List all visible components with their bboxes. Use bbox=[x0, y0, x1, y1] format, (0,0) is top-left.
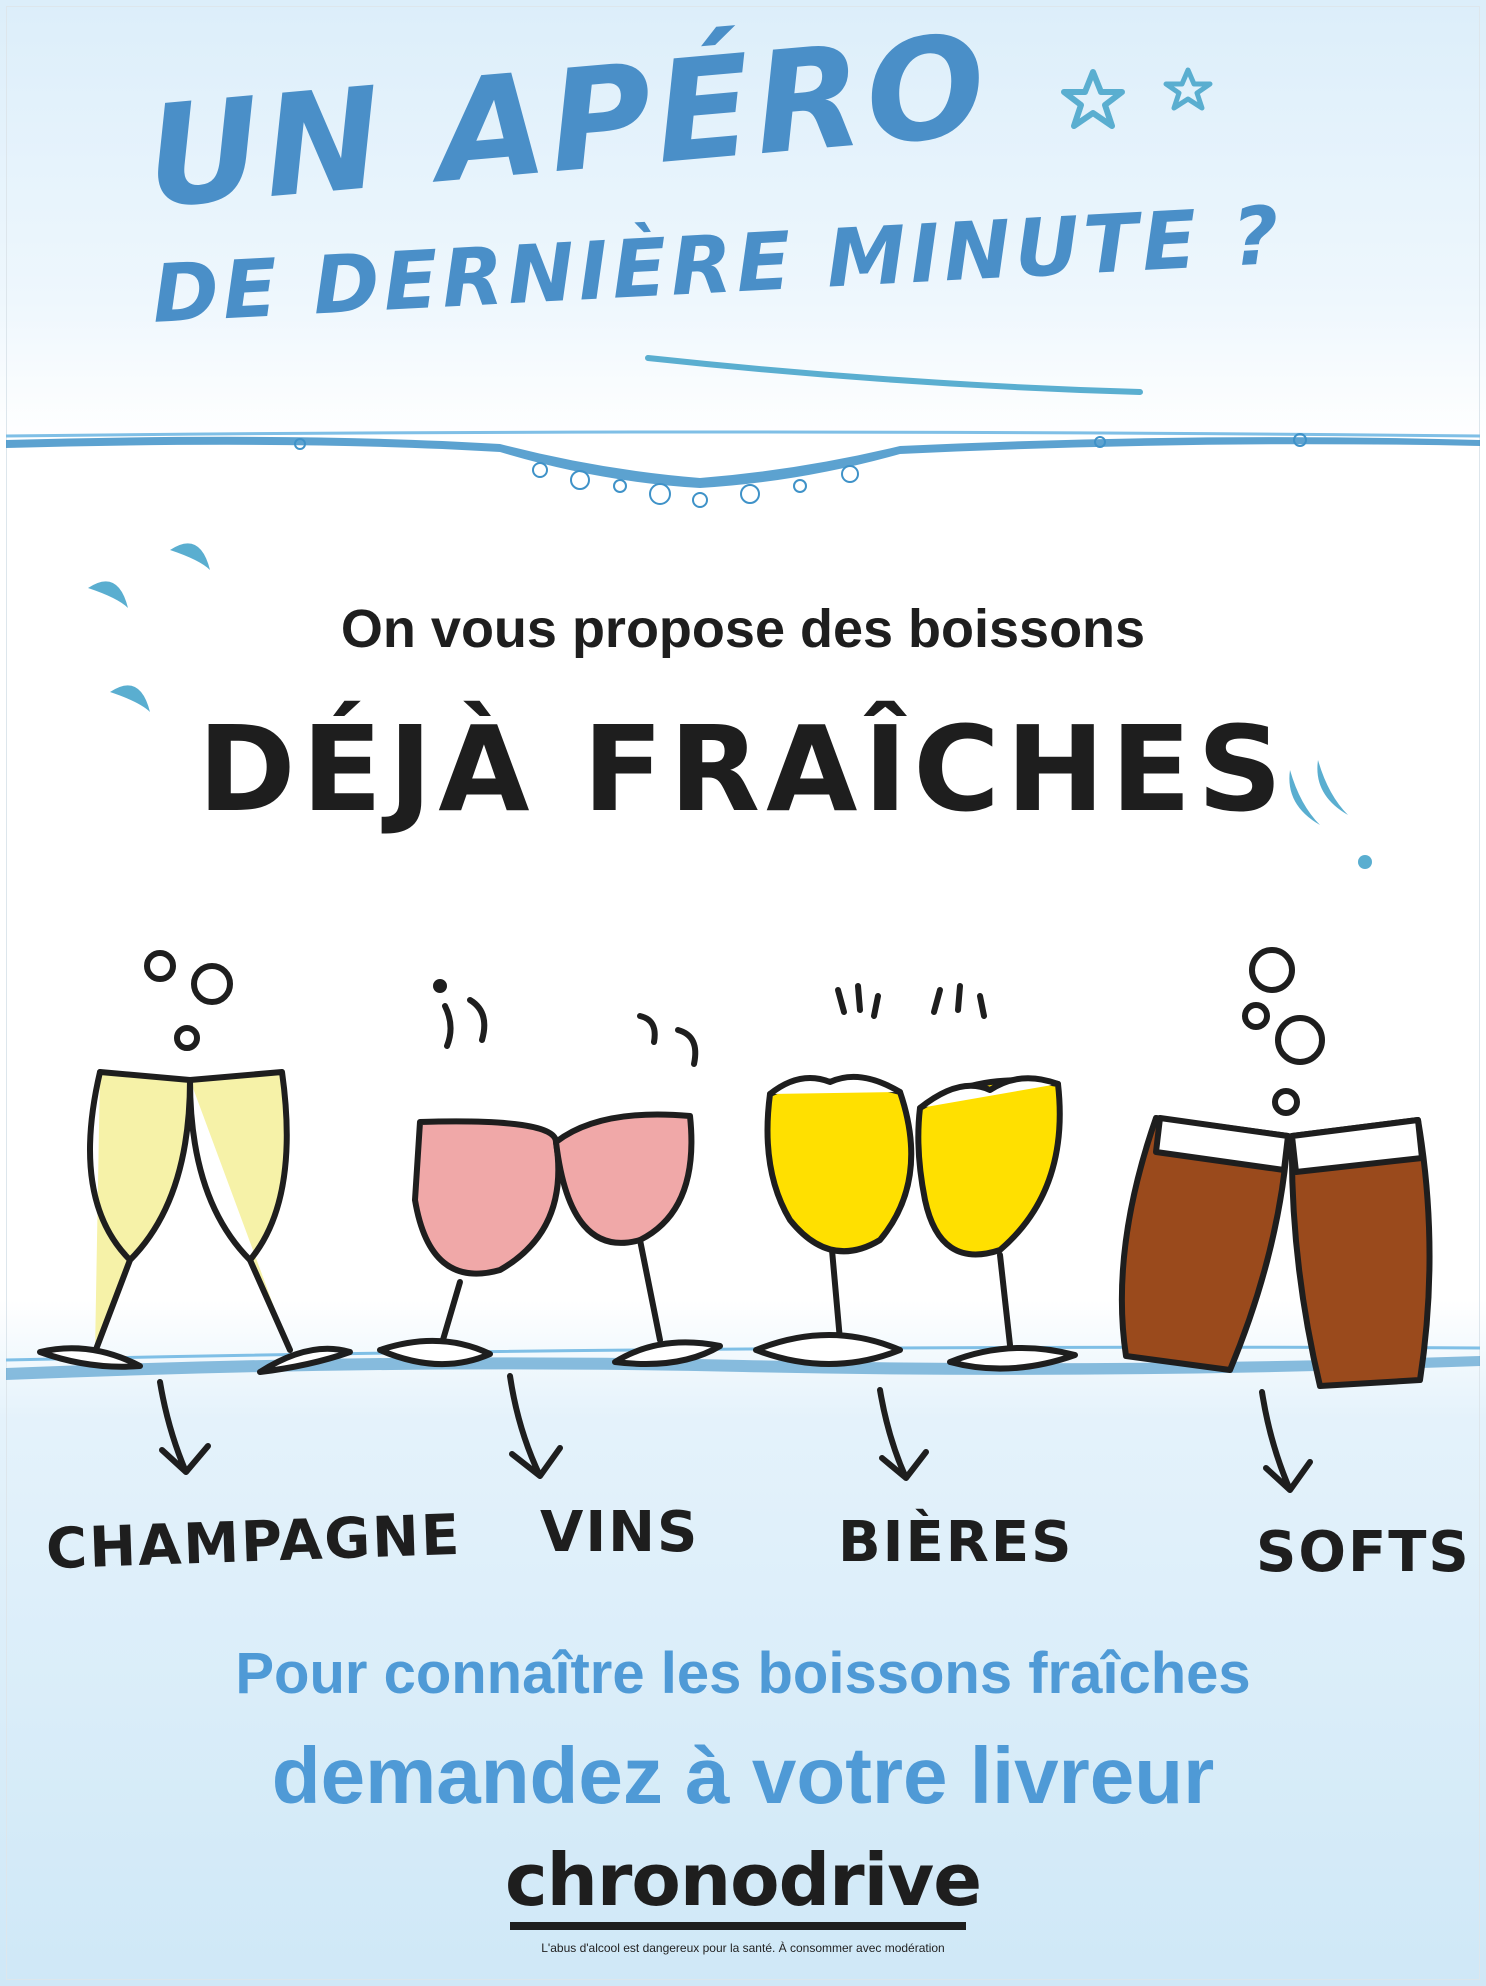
bubble-icon bbox=[191, 963, 233, 1005]
bubble-icon bbox=[144, 950, 176, 982]
health-disclaimer: L'abus d'alcool est dangereux pour la sa… bbox=[541, 1941, 945, 1955]
champagne-glass-right bbox=[187, 1069, 293, 1353]
drink-label-softs: SOFTS bbox=[1256, 1520, 1471, 1585]
beer-glass-right bbox=[915, 1077, 1063, 1258]
bubble-icon bbox=[1275, 1015, 1325, 1065]
bubble-icon bbox=[1242, 1002, 1270, 1030]
poster: UN APÉRO DE DERNIÈRE MINUTE ? On vous pr… bbox=[0, 0, 1486, 1986]
cta-line2: demandez à votre livreur bbox=[271, 1731, 1215, 1820]
drink-label-vins: VINS bbox=[540, 1500, 700, 1565]
champagne-glass-left bbox=[92, 1069, 193, 1355]
wine-glass-right bbox=[553, 1111, 695, 1246]
drinks-illustration bbox=[37, 947, 1433, 1493]
bubble-icon bbox=[1249, 947, 1295, 993]
wine-glass-left bbox=[412, 1118, 562, 1277]
arrow-icon bbox=[1259, 1389, 1313, 1493]
cta-line1: Pour connaître les boissons fraîches bbox=[235, 1641, 1251, 1706]
drink-label-bieres: BIÈRES bbox=[838, 1510, 1074, 1575]
arrow-icon bbox=[877, 1387, 929, 1481]
bubble-icon bbox=[174, 1025, 200, 1051]
brand-logo: chronodrive bbox=[504, 1838, 982, 1922]
arrow-icon bbox=[507, 1373, 563, 1479]
bubble-icon bbox=[1272, 1088, 1300, 1116]
beer-glass-left bbox=[764, 1078, 915, 1255]
arrow-icon bbox=[157, 1379, 211, 1475]
logo-underline bbox=[510, 1922, 966, 1930]
